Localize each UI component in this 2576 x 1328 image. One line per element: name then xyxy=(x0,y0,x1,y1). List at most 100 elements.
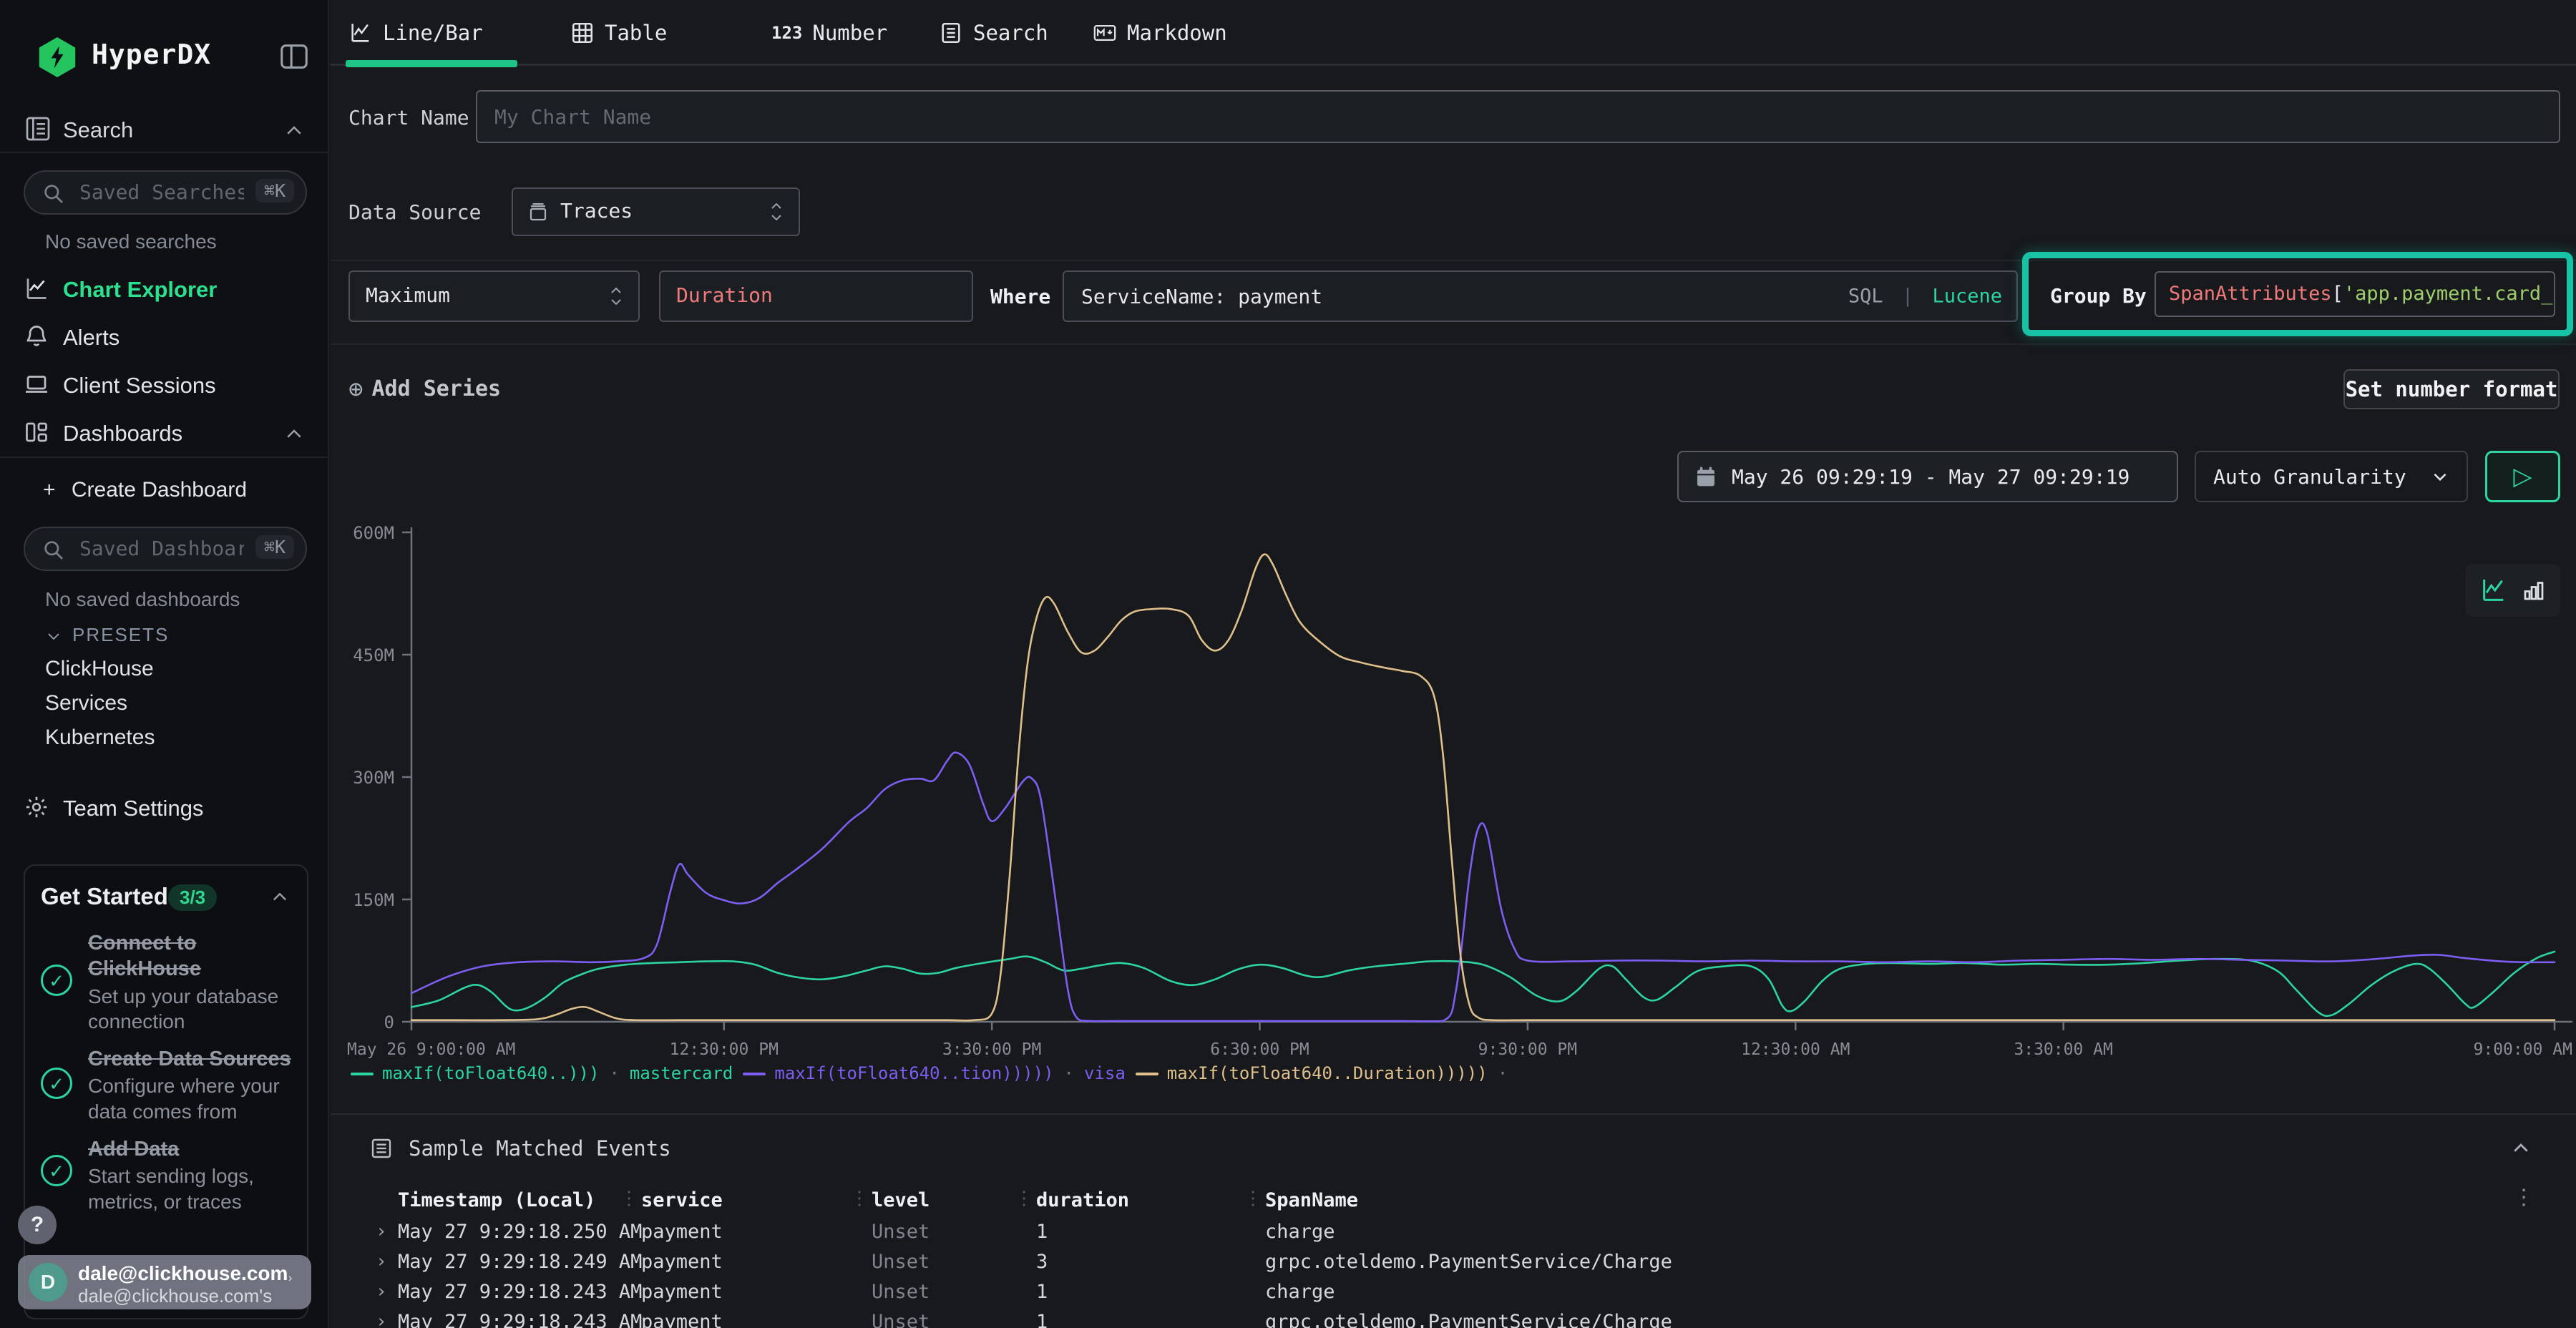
series-line-mastercard[interactable] xyxy=(411,952,2555,1016)
presets-header[interactable]: PRESETS xyxy=(45,624,169,646)
series-line-visa[interactable] xyxy=(411,753,2555,1022)
expand-row-icon[interactable]: › xyxy=(376,1221,387,1242)
sidebar-item-dashboards[interactable]: Dashboards xyxy=(0,419,329,451)
sidebar-item-alerts[interactable]: Alerts xyxy=(0,323,329,355)
chevron-up-icon[interactable] xyxy=(270,887,290,907)
events-kebab-icon[interactable]: ⋮ xyxy=(2513,1185,2534,1210)
cell-level: Unset xyxy=(872,1311,930,1328)
col-header-timestamp[interactable]: Timestamp (Local) xyxy=(398,1189,595,1211)
legend-item-series-1[interactable]: maxIf(toFloat640..))) xyxy=(351,1063,599,1083)
legend-swatch xyxy=(1136,1073,1158,1075)
cell-service: payment xyxy=(641,1221,723,1243)
chevron-right-icon: › xyxy=(288,1272,307,1291)
sql-toggle[interactable]: SQL xyxy=(1848,285,1883,308)
search-icon xyxy=(42,182,65,205)
chart-type-tabs: Line/Bar Table 123 Number Search xyxy=(331,0,2576,66)
events-section-divider xyxy=(331,1113,2576,1115)
table-row[interactable]: › May 27 9:29:18.243 AM payment Unset 1 … xyxy=(331,1281,2549,1309)
tab-table[interactable]: Table xyxy=(570,16,667,50)
where-input[interactable] xyxy=(1064,272,1780,321)
saved-searches-shortcut: ⌘K xyxy=(255,179,294,202)
cell-service: payment xyxy=(641,1311,723,1328)
no-saved-dashboards-text: No saved dashboards xyxy=(45,588,240,611)
expand-row-icon[interactable]: › xyxy=(376,1251,387,1272)
chart-name-input[interactable] xyxy=(477,92,2559,142)
preset-services[interactable]: Services xyxy=(45,691,127,716)
cell-level: Unset xyxy=(872,1221,930,1243)
sidebar-item-team-settings[interactable]: Team Settings xyxy=(0,794,329,826)
x-tick-label: 3:30:00 AM xyxy=(2014,1040,2112,1059)
aggregation-select[interactable]: Maximum xyxy=(348,270,640,322)
x-tick-label: 3:30:00 PM xyxy=(942,1040,1041,1059)
sidebar-item-chart-explorer[interactable]: Chart Explorer xyxy=(0,275,329,307)
date-range-picker[interactable]: May 26 09:29:19 - May 27 09:29:19 xyxy=(1677,451,2178,502)
saved-dashboards-search[interactable]: ⌘K xyxy=(24,527,307,571)
group-by-field[interactable]: SpanAttributes['app.payment.card_type'] xyxy=(2155,271,2555,317)
cell-duration: 1 xyxy=(1036,1281,1048,1303)
granularity-select[interactable]: Auto Granularity xyxy=(2195,451,2468,502)
saved-dashboards-shortcut: ⌘K xyxy=(255,535,294,559)
user-menu[interactable]: D dale@clickhouse.com dale@clickhouse.co… xyxy=(18,1255,311,1309)
tab-markdown[interactable]: Markdown xyxy=(1093,16,1227,50)
sidebar: HyperDX Search ⌘K No saved searches xyxy=(0,0,329,1328)
get-started-item-desc: Start sending logs, metrics, or traces xyxy=(88,1163,303,1215)
legend-group-mastercard[interactable]: mastercard xyxy=(630,1063,733,1083)
set-number-format-button[interactable]: Set number format xyxy=(2343,369,2560,409)
column-separator[interactable]: ⋮ xyxy=(1015,1188,1033,1209)
y-tick-label: 150M xyxy=(353,890,394,910)
chevron-up-icon[interactable] xyxy=(283,120,305,142)
search-section-header[interactable]: Search xyxy=(0,114,329,147)
get-started-item-title: Add Data xyxy=(88,1136,303,1162)
saved-searches-search[interactable]: ⌘K xyxy=(24,170,307,215)
preset-kubernetes[interactable]: Kubernetes xyxy=(45,726,155,750)
hyperdx-logo-icon[interactable] xyxy=(37,37,77,77)
run-query-button[interactable]: ▷ xyxy=(2485,451,2560,502)
create-dashboard-button[interactable]: + Create Dashboard xyxy=(43,478,247,502)
add-series-button[interactable]: ⊕Add Series xyxy=(348,375,501,404)
column-separator[interactable]: ⋮ xyxy=(850,1188,869,1209)
column-separator[interactable]: ⋮ xyxy=(620,1188,638,1209)
legend-item-series-2[interactable]: maxIf(toFloat640..tion))))) xyxy=(743,1063,1053,1083)
tab-number[interactable]: 123 Number xyxy=(771,16,887,50)
field-select[interactable]: Duration xyxy=(659,270,973,322)
col-header-service[interactable]: service xyxy=(641,1189,723,1211)
tab-search[interactable]: Search xyxy=(939,16,1048,50)
saved-dashboards-input[interactable] xyxy=(79,532,244,564)
col-header-spanname[interactable]: SpanName xyxy=(1265,1189,1358,1211)
sidebar-item-label: Client Sessions xyxy=(63,373,216,399)
chevron-up-icon[interactable] xyxy=(283,424,305,445)
chart-explorer-icon xyxy=(24,275,49,301)
table-row[interactable]: › May 27 9:29:18.249 AM payment Unset 3 … xyxy=(331,1251,2549,1279)
legend-group-visa[interactable]: visa xyxy=(1084,1063,1126,1083)
tab-line-bar[interactable]: Line/Bar xyxy=(348,16,483,50)
col-header-duration[interactable]: duration xyxy=(1036,1189,1129,1211)
data-source-select[interactable]: Traces xyxy=(512,187,800,236)
field-value: Duration xyxy=(676,283,773,307)
expand-row-icon[interactable]: › xyxy=(376,1281,387,1302)
presets-label: PRESETS xyxy=(72,624,169,645)
play-icon: ▷ xyxy=(2513,462,2532,491)
saved-searches-input[interactable] xyxy=(79,176,244,208)
col-header-level[interactable]: level xyxy=(872,1189,930,1211)
legend-series-name: maxIf(toFloat640..))) xyxy=(382,1063,599,1083)
table-row[interactable]: › May 27 9:29:18.243 AM payment Unset 1 … xyxy=(331,1311,2549,1328)
lucene-toggle[interactable]: Lucene xyxy=(1932,285,2002,308)
get-started-item-title: Create Data Sources xyxy=(88,1046,303,1072)
add-series-label: Add Series xyxy=(371,376,501,401)
timeseries-chart[interactable]: 600M450M300M150M0May 26 9:00:00 AM12:30:… xyxy=(343,512,2576,1063)
expand-row-icon[interactable]: › xyxy=(376,1311,387,1328)
column-separator[interactable]: ⋮ xyxy=(1244,1188,1262,1209)
chevron-up-icon[interactable] xyxy=(2510,1138,2532,1159)
app-title: HyperDX xyxy=(92,39,211,70)
legend-item-series-3[interactable]: maxIf(toFloat640..Duration))))) xyxy=(1136,1063,1488,1083)
legend-swatch xyxy=(743,1073,766,1075)
sidebar-collapse-icon[interactable] xyxy=(278,40,311,73)
help-button[interactable]: ? xyxy=(18,1206,57,1244)
preset-clickhouse[interactable]: ClickHouse xyxy=(45,657,154,681)
query-language-toggle: SQL | Lucene xyxy=(1848,285,2002,308)
sidebar-item-client-sessions[interactable]: Client Sessions xyxy=(0,371,329,403)
avatar: D xyxy=(29,1263,67,1302)
hyperdx-app: HyperDX Search ⌘K No saved searches xyxy=(0,0,2576,1328)
series-line-other[interactable] xyxy=(411,555,2555,1021)
table-row[interactable]: › May 27 9:29:18.250 AM payment Unset 1 … xyxy=(331,1221,2549,1249)
